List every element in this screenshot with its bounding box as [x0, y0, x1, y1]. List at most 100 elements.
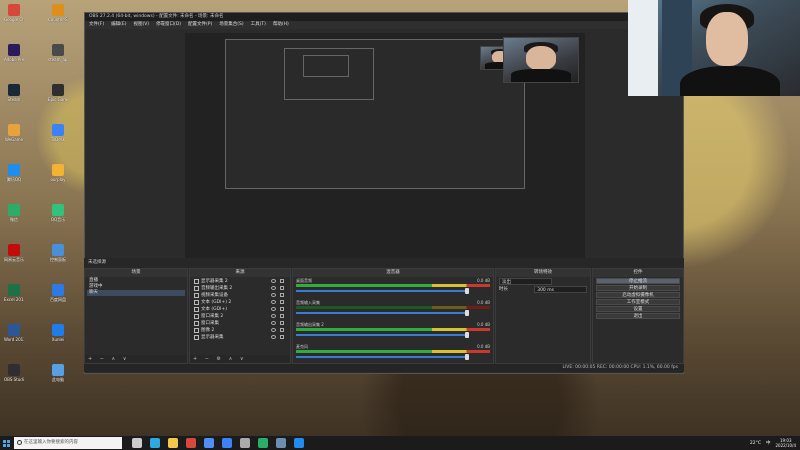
menu-item[interactable]: 文件(F) — [89, 21, 104, 29]
store-icon[interactable] — [204, 438, 214, 448]
menu-item[interactable]: 帮助(H) — [273, 21, 289, 29]
lock-icon[interactable] — [280, 293, 284, 297]
desktop-icon[interactable]: 此电脑 — [48, 364, 68, 382]
preview-canvas[interactable] — [185, 33, 585, 259]
menu-item[interactable]: 编辑(E) — [111, 21, 126, 29]
visibility-eye-icon[interactable] — [271, 293, 276, 297]
volume-slider[interactable] — [296, 354, 469, 360]
desktop-icon[interactable]: WeGame — [4, 124, 24, 142]
source-item[interactable]: 视频采集设备 — [192, 292, 288, 299]
desktop-icon[interactable]: ourplay — [48, 164, 68, 182]
visibility-eye-icon[interactable] — [271, 328, 276, 332]
obs-icon[interactable] — [240, 438, 250, 448]
scenes-footer[interactable]: + − ∧ ∨ — [85, 355, 187, 363]
source-item[interactable]: 文本 (GDI+) 2 — [192, 299, 288, 306]
controls-dock: 控件 停止推流 开始录制 启动虚拟摄像机 工作室模式 设置 退出 — [592, 268, 684, 364]
visibility-eye-icon[interactable] — [271, 314, 276, 318]
desktop-icon[interactable]: Word 2013 — [4, 324, 24, 342]
desktop-icon[interactable]: Google Chrome — [4, 4, 24, 22]
desktop-icon[interactable]: 控制面板 — [48, 244, 68, 262]
volume-slider[interactable] — [296, 310, 469, 316]
menu-item[interactable]: 停靠窗口(D) — [156, 21, 181, 29]
chrome-icon[interactable] — [186, 438, 196, 448]
desktop-icon[interactable]: ToDesk — [48, 124, 68, 142]
app-icon — [8, 44, 20, 56]
desktop-icon[interactable]: 网易云音乐 — [4, 244, 24, 262]
weather-widget[interactable]: 22°C — [750, 441, 761, 446]
app-icon — [8, 164, 20, 176]
lock-icon[interactable] — [280, 300, 284, 304]
desktop-icon[interactable]: Adobe Premiere — [4, 44, 24, 62]
visibility-eye-icon[interactable] — [271, 335, 276, 339]
volume-slider[interactable] — [296, 332, 469, 338]
source-label: 文本 (GDI+) 2 — [201, 300, 232, 305]
volume-slider-knob[interactable] — [464, 310, 469, 316]
menu-item[interactable]: 场景集合(S) — [219, 21, 243, 29]
lock-icon[interactable] — [280, 279, 284, 283]
visibility-eye-icon[interactable] — [271, 286, 276, 290]
steam-icon[interactable] — [276, 438, 286, 448]
visibility-eye-icon[interactable] — [271, 279, 276, 283]
mail-icon[interactable] — [222, 438, 232, 448]
source-item[interactable]: 显示器采集 2 — [192, 278, 288, 285]
explorer-icon[interactable] — [168, 438, 178, 448]
control-button[interactable]: 开始录制 — [596, 285, 680, 291]
desktop-icon[interactable]: 腾讯QQ — [4, 164, 24, 182]
lock-icon[interactable] — [280, 335, 284, 339]
desktop-icon-label: QQ音乐 — [50, 217, 66, 222]
desktop-icon[interactable]: Counter-Strike Global Off... — [48, 4, 68, 22]
desktop-icon[interactable]: 微信 — [4, 204, 24, 222]
wechat-icon[interactable] — [258, 438, 268, 448]
mixer-channel-name: 音频输入采集 — [296, 300, 320, 305]
lock-icon[interactable] — [280, 307, 284, 311]
duration-input[interactable]: 300 ms — [534, 286, 587, 293]
desktop-icon[interactable]: Epic Games — [48, 84, 68, 102]
menu-item[interactable]: 工具(T) — [251, 21, 266, 29]
visibility-eye-icon[interactable] — [271, 300, 276, 304]
visibility-eye-icon[interactable] — [271, 307, 276, 311]
desktop-icon-label: 此电脑 — [52, 377, 64, 382]
lock-icon[interactable] — [280, 314, 284, 318]
desktop-icon-label: 网易云音乐 — [4, 257, 24, 262]
desktop-icon[interactable]: Excel 2013 — [4, 284, 24, 302]
transition-type-select[interactable]: 淡出 — [499, 278, 552, 285]
lock-icon[interactable] — [280, 328, 284, 332]
volume-slider[interactable] — [296, 288, 469, 294]
volume-slider-knob[interactable] — [464, 332, 469, 338]
transitions-dock: 转场特效 淡出 时长 300 ms — [495, 268, 591, 364]
taskbar-search[interactable]: 在这里输入你要搜索的内容 — [14, 437, 122, 449]
source-item[interactable]: 显示器采集 — [192, 334, 288, 341]
source-item[interactable]: 文本 (GDI+) — [192, 306, 288, 313]
ime-indicator[interactable]: 中 — [766, 440, 771, 446]
source-item[interactable]: 窗口采集 2 — [192, 313, 288, 320]
source-item[interactable]: 图像 2 — [192, 327, 288, 334]
control-button[interactable]: 工作室模式 — [596, 299, 680, 305]
control-button[interactable]: 设置 — [596, 306, 680, 312]
visibility-eye-icon[interactable] — [271, 321, 276, 325]
control-button[interactable]: 退出 — [596, 313, 680, 319]
desktop-icon[interactable]: OBS Studio — [4, 364, 24, 382]
desktop-icon[interactable]: QQ音乐 — [48, 204, 68, 222]
control-button[interactable]: 停止推流 — [596, 278, 680, 284]
menu-item[interactable]: 配置文件(P) — [188, 21, 212, 29]
lock-icon[interactable] — [280, 321, 284, 325]
desktop-icon[interactable]: Xunlei — [48, 324, 68, 342]
control-button[interactable]: 启动虚拟摄像机 — [596, 292, 680, 298]
source-item[interactable]: 音频输出采集 2 — [192, 285, 288, 292]
desktop-icon[interactable]: steam_api... — [48, 44, 68, 62]
scene-item[interactable]: 聊天 — [87, 290, 185, 296]
start-button[interactable] — [0, 436, 12, 450]
volume-slider-knob[interactable] — [464, 354, 469, 360]
clock[interactable]: 19:03 2022/10/4 — [775, 438, 796, 448]
desktop-icon[interactable]: 百度网盘 — [48, 284, 68, 302]
source-item[interactable]: 窗口采集 — [192, 320, 288, 327]
sources-footer[interactable]: + − ⚙ ∧ ∨ — [190, 355, 290, 363]
desktop-icon[interactable]: Steam — [4, 84, 24, 102]
task-view-icon[interactable] — [132, 438, 142, 448]
volume-slider-knob[interactable] — [464, 288, 469, 294]
qq-icon[interactable] — [294, 438, 304, 448]
lock-icon[interactable] — [280, 286, 284, 290]
menu-item[interactable]: 视图(V) — [133, 21, 149, 29]
edge-icon[interactable] — [150, 438, 160, 448]
app-icon — [52, 4, 64, 16]
